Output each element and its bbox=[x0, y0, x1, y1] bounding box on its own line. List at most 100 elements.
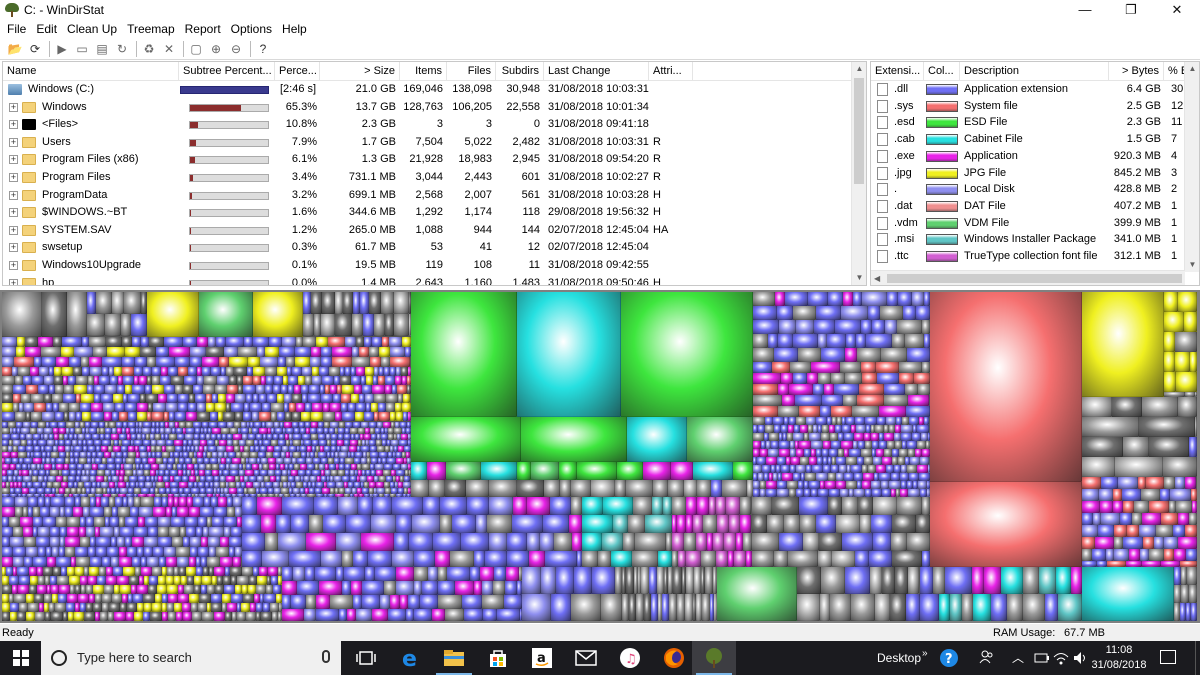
treemap-tile[interactable] bbox=[187, 576, 194, 585]
treemap-tile[interactable] bbox=[353, 292, 360, 314]
treemap-tile[interactable] bbox=[137, 603, 144, 612]
treemap-tile[interactable] bbox=[857, 348, 881, 362]
treemap-tile[interactable] bbox=[846, 481, 857, 489]
treemap-tile[interactable] bbox=[1138, 477, 1146, 489]
treemap-tile[interactable] bbox=[37, 585, 47, 594]
treemap-tile[interactable] bbox=[323, 403, 330, 412]
treemap-tile[interactable] bbox=[1189, 437, 1197, 457]
expand-plus-icon[interactable]: + bbox=[9, 278, 18, 285]
treemap-tile[interactable] bbox=[880, 306, 903, 320]
treemap-tile[interactable] bbox=[237, 612, 246, 621]
treemap-tile[interactable] bbox=[1099, 489, 1113, 501]
treemap-tile[interactable] bbox=[842, 497, 858, 515]
treemap-tile[interactable] bbox=[2, 576, 9, 585]
treemap-tile[interactable] bbox=[1082, 417, 1139, 437]
treemap-tile[interactable] bbox=[806, 417, 816, 425]
treemap-tile[interactable] bbox=[809, 457, 817, 465]
treemap-tile[interactable] bbox=[59, 585, 70, 594]
treemap-tile[interactable] bbox=[1082, 501, 1100, 513]
treemap-tile[interactable] bbox=[543, 515, 569, 533]
treemap-tile[interactable] bbox=[378, 376, 385, 385]
treemap-tile[interactable] bbox=[390, 347, 405, 357]
treemap-tile[interactable] bbox=[871, 515, 892, 533]
treemap-tile[interactable] bbox=[81, 357, 89, 367]
treemap-view[interactable] bbox=[0, 290, 1200, 623]
treemap-tile[interactable] bbox=[905, 334, 924, 348]
treemap-tile[interactable] bbox=[30, 367, 39, 376]
treemap-tile[interactable] bbox=[123, 376, 134, 385]
treemap-tile[interactable] bbox=[673, 567, 682, 594]
treemap-tile[interactable] bbox=[31, 394, 44, 403]
treemap-tile[interactable] bbox=[840, 489, 849, 497]
treemap-tile[interactable] bbox=[907, 441, 917, 449]
treemap-tile[interactable] bbox=[857, 395, 884, 406]
treemap-tile[interactable] bbox=[861, 362, 876, 373]
treemap-tile[interactable] bbox=[1164, 292, 1178, 312]
treemap-tile[interactable] bbox=[9, 517, 20, 527]
treemap-tile[interactable] bbox=[226, 367, 234, 376]
treemap-tile[interactable] bbox=[207, 557, 220, 567]
treemap-tile[interactable] bbox=[115, 403, 125, 412]
treemap-tile[interactable] bbox=[53, 337, 62, 347]
treemap-tile[interactable] bbox=[109, 603, 120, 612]
treemap-tile[interactable] bbox=[156, 347, 169, 357]
treemap-tile[interactable] bbox=[235, 394, 246, 403]
treemap-tile[interactable] bbox=[879, 473, 891, 481]
treemap-tile[interactable] bbox=[176, 612, 183, 621]
treemap-tile[interactable] bbox=[96, 292, 112, 314]
treemap-tile[interactable] bbox=[206, 347, 224, 357]
treemap-tile[interactable] bbox=[527, 497, 550, 515]
treemap-tile[interactable] bbox=[179, 567, 186, 576]
treemap-tile[interactable] bbox=[265, 347, 279, 357]
treemap-tile[interactable] bbox=[753, 306, 777, 320]
treemap-tile[interactable] bbox=[212, 517, 224, 527]
treemap-tile[interactable] bbox=[139, 376, 147, 385]
treemap-tile[interactable] bbox=[353, 551, 368, 567]
treemap-tile[interactable] bbox=[507, 551, 529, 567]
treemap-tile[interactable] bbox=[188, 403, 197, 412]
treemap-tile[interactable] bbox=[292, 394, 302, 403]
treemap-tile[interactable] bbox=[55, 385, 64, 394]
treemap-tile[interactable] bbox=[115, 497, 123, 507]
treemap-tile[interactable] bbox=[476, 515, 487, 533]
command-prompt-icon[interactable]: ▤ bbox=[93, 40, 111, 58]
treemap-tile[interactable] bbox=[733, 462, 753, 480]
treemap-tile[interactable] bbox=[210, 412, 218, 421]
treemap-tile[interactable] bbox=[385, 376, 395, 385]
treemap-tile[interactable] bbox=[769, 433, 779, 441]
treemap-tile[interactable] bbox=[445, 480, 466, 497]
treemap-tile[interactable] bbox=[184, 585, 194, 594]
treemap-tile[interactable] bbox=[598, 551, 611, 567]
treemap-tile[interactable] bbox=[198, 517, 207, 527]
treemap-tile[interactable] bbox=[345, 337, 356, 347]
treemap-tile[interactable] bbox=[845, 348, 857, 362]
treemap-tile[interactable] bbox=[809, 433, 821, 441]
treemap-tile[interactable] bbox=[19, 603, 28, 612]
treemap-tile[interactable] bbox=[489, 533, 507, 551]
treemap-tile[interactable] bbox=[1092, 549, 1106, 561]
treemap-tile[interactable] bbox=[55, 412, 64, 421]
treemap-tile[interactable] bbox=[871, 481, 881, 489]
treemap-tile[interactable] bbox=[47, 557, 56, 567]
treemap-tile[interactable] bbox=[906, 594, 920, 621]
treemap-tile[interactable] bbox=[1175, 352, 1190, 372]
treemap-tile[interactable] bbox=[42, 412, 55, 421]
treemap-tile[interactable] bbox=[200, 507, 214, 517]
treemap-tile[interactable] bbox=[211, 367, 221, 376]
treemap-tile[interactable] bbox=[777, 489, 789, 497]
treemap-tile[interactable] bbox=[103, 403, 115, 412]
treemap-tile[interactable] bbox=[81, 394, 94, 403]
treemap-tile[interactable] bbox=[79, 527, 86, 537]
treemap-tile[interactable] bbox=[82, 367, 90, 376]
treemap-tile[interactable] bbox=[644, 594, 651, 621]
treemap-tile[interactable] bbox=[615, 567, 622, 594]
treemap-tile[interactable] bbox=[13, 385, 26, 394]
treemap-tile[interactable] bbox=[328, 337, 345, 347]
treemap-tile[interactable] bbox=[50, 576, 57, 585]
treemap-tile[interactable] bbox=[852, 406, 879, 417]
treemap-tile[interactable] bbox=[790, 362, 811, 373]
treemap-tile[interactable] bbox=[1113, 489, 1122, 501]
scroll-thumb[interactable] bbox=[854, 78, 864, 184]
treemap-tile[interactable] bbox=[865, 417, 877, 425]
treemap-tile[interactable] bbox=[452, 515, 476, 533]
